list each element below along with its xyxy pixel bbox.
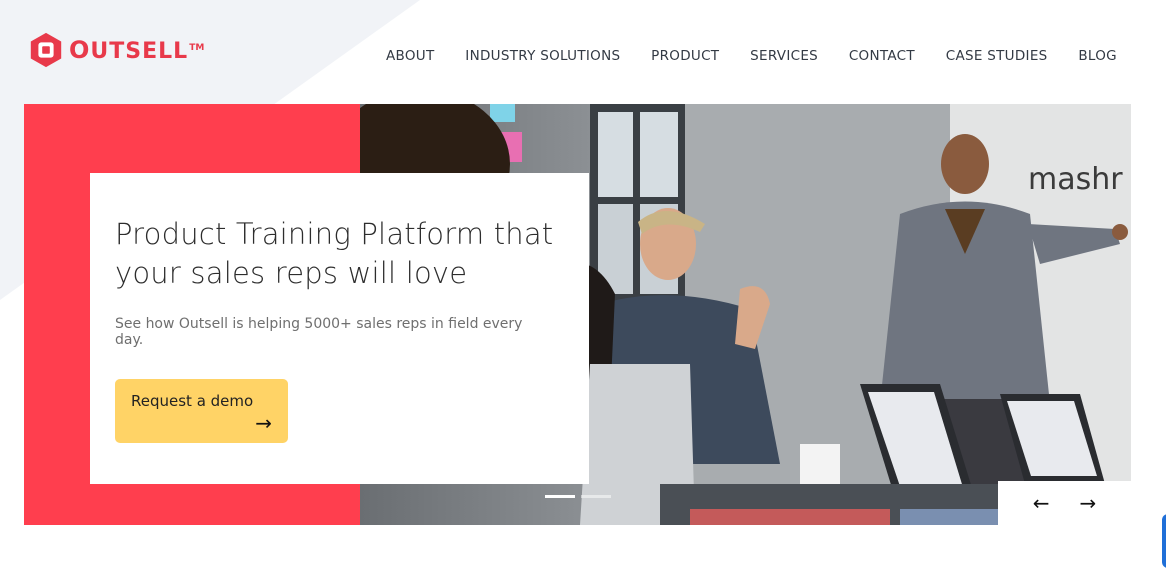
nav-industry-solutions[interactable]: INDUSTRY SOLUTIONS: [465, 48, 620, 64]
nav-contact[interactable]: CONTACT: [849, 48, 915, 64]
wall-sign-text: mashr: [1028, 162, 1123, 197]
logo[interactable]: OUTSELLTM: [27, 31, 204, 69]
request-demo-button[interactable]: Request a demo →: [115, 379, 288, 443]
hero-subtext: See how Outsell is helping 5000+ sales r…: [115, 316, 523, 348]
slider-controls: ← →: [998, 481, 1131, 525]
slide-dot-1[interactable]: [545, 495, 575, 498]
nav-blog[interactable]: BLOG: [1078, 48, 1117, 64]
arrow-right-icon: →: [255, 411, 272, 435]
main-nav: ABOUT INDUSTRY SOLUTIONS PRODUCT SERVICE…: [386, 48, 1117, 64]
chat-widget-tab[interactable]: [1162, 514, 1166, 568]
nav-about[interactable]: ABOUT: [386, 48, 435, 64]
previous-slide-arrow-icon[interactable]: ←: [1033, 493, 1050, 513]
logo-hexagon-icon: [30, 32, 62, 68]
slider-pagination: [545, 495, 611, 498]
hero-card: Product Training Platform that your sale…: [90, 173, 589, 484]
hero-headline: Product Training Platform that your sale…: [115, 217, 554, 290]
request-demo-label: Request a demo: [131, 392, 254, 410]
nav-product[interactable]: PRODUCT: [651, 48, 719, 64]
logo-name: UTSELL: [90, 39, 189, 64]
nav-services[interactable]: SERVICES: [750, 48, 818, 64]
nav-case-studies[interactable]: CASE STUDIES: [946, 48, 1048, 64]
logo-text: OUTSELLTM: [69, 36, 204, 64]
next-slide-arrow-icon[interactable]: →: [1080, 493, 1097, 513]
logo-initial: O: [69, 36, 91, 64]
slide-dot-2[interactable]: [581, 495, 611, 498]
trademark: TM: [189, 42, 205, 53]
